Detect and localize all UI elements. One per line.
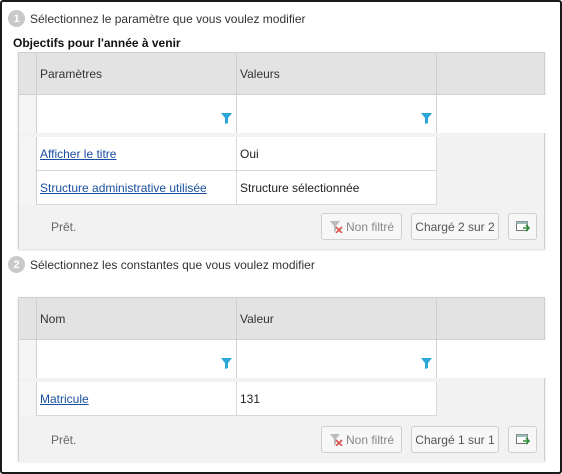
filter-cell-valeur[interactable] xyxy=(237,340,437,378)
step-1-heading: 1 Sélectionnez le paramètre que vous vou… xyxy=(8,10,305,27)
table-row[interactable]: Structure administrative utilisée Struct… xyxy=(19,171,544,205)
status-text: Prêt. xyxy=(51,220,77,234)
grid-footer: Prêt. Non filtré Chargé 2 sur 2 xyxy=(19,205,544,249)
constant-link[interactable]: Matricule xyxy=(40,392,89,406)
funnel-icon[interactable] xyxy=(221,358,232,369)
status-text: Prêt. xyxy=(51,433,77,447)
column-header-spacer xyxy=(437,53,546,95)
constants-grid: Nom Valeur Matricule 131 Prêt. Non filtr… xyxy=(18,297,546,462)
funnel-clear-icon xyxy=(329,434,343,446)
column-header-parametres[interactable]: Paramètres xyxy=(37,53,237,95)
filter-cell-nom[interactable] xyxy=(37,340,237,378)
filter-cell-parametres[interactable] xyxy=(37,95,237,133)
loaded-count-label: Chargé 2 sur 2 xyxy=(415,219,495,234)
column-header-valeurs[interactable]: Valeurs xyxy=(237,53,437,95)
grid-header-row: Nom Valeur xyxy=(19,298,544,340)
column-header-spacer xyxy=(437,298,546,340)
loaded-count-button[interactable]: Chargé 2 sur 2 xyxy=(411,213,499,240)
export-grid-icon xyxy=(515,220,530,232)
cell-value[interactable]: 131 xyxy=(237,382,437,416)
section-title: Objectifs pour l'année à venir xyxy=(13,36,181,50)
grid-filter-row xyxy=(19,95,546,133)
export-grid-icon xyxy=(515,433,530,445)
column-header-nom[interactable]: Nom xyxy=(37,298,237,340)
row-selector-header xyxy=(19,53,37,95)
parameters-grid: Paramètres Valeurs Afficher le titre Oui… xyxy=(18,52,546,249)
grid-header-row: Paramètres Valeurs xyxy=(19,53,544,95)
non-filtre-label: Non filtré xyxy=(345,432,395,447)
cell-param[interactable]: Structure administrative utilisée xyxy=(37,171,237,205)
filter-cell-spacer xyxy=(437,95,546,133)
non-filtre-label: Non filtré xyxy=(345,219,395,234)
param-link[interactable]: Structure administrative utilisée xyxy=(40,181,207,195)
non-filtre-button[interactable]: Non filtré xyxy=(321,426,402,453)
row-selector-filter xyxy=(19,95,37,133)
funnel-icon[interactable] xyxy=(221,113,232,124)
cell-param[interactable]: Afficher le titre xyxy=(37,137,237,171)
export-button[interactable] xyxy=(508,426,537,453)
step-1-text: Sélectionnez le paramètre que vous voule… xyxy=(30,11,306,26)
column-header-valeur[interactable]: Valeur xyxy=(237,298,437,340)
loaded-count-button[interactable]: Chargé 1 sur 1 xyxy=(411,426,499,453)
step-2-text: Sélectionnez les constantes que vous vou… xyxy=(30,257,315,272)
cell-value[interactable]: Structure sélectionnée xyxy=(237,171,437,205)
funnel-icon[interactable] xyxy=(421,113,432,124)
cell-name[interactable]: Matricule xyxy=(37,382,237,416)
step-2-heading: 2 Sélectionnez les constantes que vous v… xyxy=(8,256,315,273)
filter-cell-valeurs[interactable] xyxy=(237,95,437,133)
step-number-badge: 1 xyxy=(8,10,25,27)
filter-cell-spacer xyxy=(437,340,546,378)
grid-footer: Prêt. Non filtré Chargé 1 sur 1 xyxy=(19,418,544,462)
non-filtre-button[interactable]: Non filtré xyxy=(321,213,402,240)
step-number-badge: 2 xyxy=(8,256,25,273)
cell-value[interactable]: Oui xyxy=(237,137,437,171)
funnel-clear-icon xyxy=(329,221,343,233)
grid-filter-row xyxy=(19,340,546,378)
funnel-icon[interactable] xyxy=(421,358,432,369)
table-row[interactable]: Matricule 131 xyxy=(19,382,544,416)
export-button[interactable] xyxy=(508,213,537,240)
row-selector-header xyxy=(19,298,37,340)
param-link[interactable]: Afficher le titre xyxy=(40,147,116,161)
loaded-count-label: Chargé 1 sur 1 xyxy=(415,432,495,447)
table-row[interactable]: Afficher le titre Oui xyxy=(19,137,544,171)
row-selector-filter xyxy=(19,340,37,378)
